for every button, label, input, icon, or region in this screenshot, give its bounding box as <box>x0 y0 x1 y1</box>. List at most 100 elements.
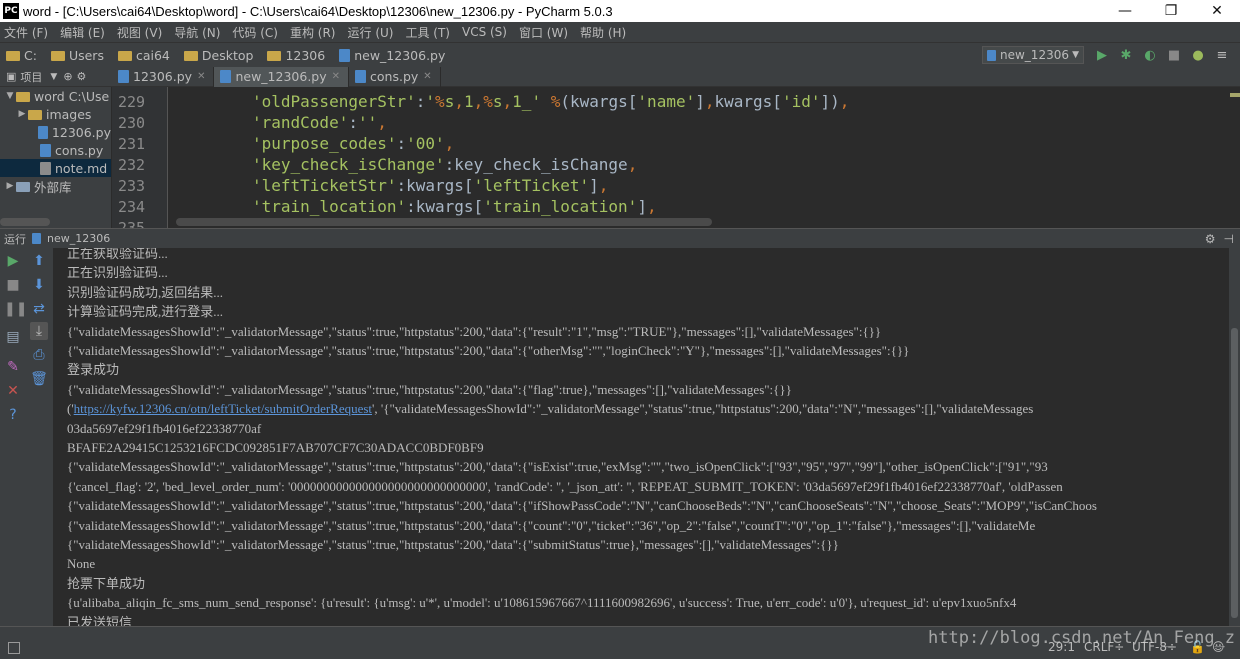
soft-wrap-icon[interactable]: ⇄ <box>30 300 48 318</box>
scroll-marker <box>1230 93 1240 97</box>
breadcrumb-label: C: <box>24 47 37 63</box>
print-icon[interactable]: ⎙ <box>30 346 48 364</box>
maximize-button[interactable]: ❐ <box>1148 0 1194 22</box>
tab-12306-py[interactable]: 12306.py ✕ <box>112 66 215 87</box>
menu-item[interactable]: 视图 (V) <box>117 24 162 41</box>
clear-all-icon[interactable]: 🗑 <box>30 370 48 388</box>
code-line[interactable]: 233 'leftTicketStr':kwargs['leftTicket'], <box>112 175 1240 196</box>
close-icon[interactable]: ✕ <box>197 71 205 82</box>
menu-item[interactable]: 重构 (R) <box>290 24 336 41</box>
menu-item[interactable]: 代码 (C) <box>232 24 278 41</box>
console-line: {"validateMessagesShowId":"_validatorMes… <box>67 343 910 358</box>
folder-icon <box>117 51 132 61</box>
pause-icon[interactable]: ❚❚ <box>4 300 27 318</box>
scroll-to-end-icon[interactable]: ⤓ <box>30 322 48 340</box>
python-file-icon <box>38 125 48 139</box>
tree-horizontal-scrollbar[interactable] <box>0 218 50 226</box>
menu-item[interactable]: 工具 (T) <box>405 24 450 41</box>
breadcrumb-item[interactable]: C: <box>6 48 37 63</box>
tree-item[interactable]: cons.py <box>0 141 111 159</box>
code-line[interactable]: 232 'key_check_isChange':key_check_isChan… <box>112 154 1240 175</box>
tab-cons-py[interactable]: cons.py ✕ <box>349 66 441 87</box>
editor-horizontal-scrollbar[interactable] <box>176 218 712 226</box>
run-tab-label[interactable]: new_12306 <box>47 232 110 245</box>
code-line[interactable]: 234 'train_location':kwargs['train_locati… <box>112 196 1240 217</box>
menu-item[interactable]: 帮助 (H) <box>580 24 626 41</box>
pycharm-logo-icon: PC <box>3 3 19 19</box>
breadcrumb-item[interactable]: 12306 <box>267 48 325 63</box>
hide-panel-icon[interactable]: ⊣ <box>1224 232 1234 246</box>
sync-icon[interactable]: ⊕ <box>63 70 72 83</box>
python-console-icon[interactable]: ● <box>1186 48 1210 63</box>
code-line[interactable]: 229 'oldPassengerStr':'%s,1,%s,1_' %(kwar… <box>112 91 1240 112</box>
project-view-selector[interactable]: ▣ 项目 ▼ ⊕ ⚙ <box>0 69 112 85</box>
breadcrumb-item[interactable]: Desktop <box>183 48 253 63</box>
code-text: 'leftTicketStr':kwargs['leftTicket'], <box>252 175 608 196</box>
console-text: (' <box>67 401 74 417</box>
string-token: 'key_check_isChange' <box>252 155 445 174</box>
console-line: {"validateMessagesShowId":"_validatorMes… <box>67 323 882 339</box>
window-title: word - [C:\Users\cai64\Desktop\word] - C… <box>23 3 613 19</box>
code-editor[interactable]: 235 234 'train_location':kwargs['train_loc… <box>112 87 1240 228</box>
console-link[interactable]: https://kyfw.12306.cn/otn/leftTicket/sub… <box>74 401 372 416</box>
stop-icon[interactable]: ■ <box>1162 48 1186 63</box>
run-panel-title: 运行 <box>4 232 26 246</box>
menu-item[interactable]: 导航 (N) <box>174 24 220 41</box>
code-line[interactable]: 230 'randCode':'', <box>112 112 1240 133</box>
debug-icon[interactable]: ✱ <box>1114 48 1138 63</box>
stop-icon[interactable]: ■ <box>4 276 22 294</box>
help-icon[interactable]: ? <box>4 406 22 424</box>
breadcrumb-item[interactable]: cai64 <box>117 48 170 63</box>
run-console-output[interactable]: 正在获取验证码... 正在识别验证码... 识别验证码成功,返回结果... 计算验证码… <box>54 248 1229 626</box>
minimize-button[interactable]: — <box>1102 0 1148 22</box>
editor-vertical-scrollbar[interactable] <box>1230 87 1240 228</box>
close-icon[interactable]: ✕ <box>4 382 22 400</box>
breadcrumb-item[interactable]: new_12306.py <box>339 48 445 63</box>
dump-threads-icon[interactable]: ▤ <box>4 328 22 346</box>
close-button[interactable]: ✕ <box>1194 0 1240 22</box>
run-configuration-select[interactable]: new_12306 ▼ <box>982 46 1084 64</box>
scroll-up-icon[interactable]: ⬆ <box>30 252 48 270</box>
tab-new-12306-py[interactable]: new_12306.py ✕ <box>214 66 350 87</box>
watermark: http://blog.csdn.net/An_Feng_z <box>928 628 1236 648</box>
tree-item[interactable]: ▶ images <box>0 105 111 123</box>
menu-item[interactable]: 编辑 (E) <box>60 24 105 41</box>
coverage-icon[interactable]: ◐ <box>1138 48 1162 63</box>
chevron-icon[interactable]: ▶ <box>16 109 28 119</box>
console-line: {"validateMessagesShowId":"_validatorMes… <box>67 517 1036 533</box>
gear-icon[interactable]: ⚙ <box>1205 232 1216 246</box>
menu-item[interactable]: 窗口 (W) <box>519 24 568 41</box>
menu-item[interactable]: 运行 (U) <box>348 24 394 41</box>
chevron-icon[interactable]: ▶ <box>4 181 16 191</box>
breadcrumb-item[interactable]: Users <box>50 48 104 63</box>
tree-item[interactable]: note.md <box>0 159 111 177</box>
scroll-down-icon[interactable]: ⬇ <box>30 276 48 294</box>
title-bar: PC word - [C:\Users\cai64\Desktop\word] … <box>0 0 1240 22</box>
python-file-icon <box>355 70 367 83</box>
console-vertical-scrollbar[interactable] <box>1229 248 1240 626</box>
close-icon[interactable]: ✕ <box>332 71 340 82</box>
project-icon: ▣ <box>6 70 17 83</box>
chevron-icon[interactable]: ▼ <box>4 91 16 101</box>
python-file-icon <box>32 233 41 244</box>
rerun-icon[interactable]: ▶ <box>4 252 22 270</box>
tree-item[interactable]: 12306.py <box>0 123 111 141</box>
run-panel-header: 运行 new_12306 ⚙ ⊣ <box>0 228 1240 248</box>
code-line[interactable]: 231 'purpose_codes':'00', <box>112 133 1240 154</box>
menu-item[interactable]: VCS (S) <box>462 25 507 39</box>
tree-item[interactable]: ▶ 外部库 <box>0 177 111 195</box>
close-icon[interactable]: ✕ <box>423 71 431 82</box>
settings-icon[interactable]: ⚙ <box>77 70 87 83</box>
breadcrumb-label: 12306 <box>285 47 326 63</box>
line-number: 234 <box>118 198 146 216</box>
pin-icon[interactable]: ✎ <box>4 358 22 376</box>
settings-list-icon[interactable]: ≡ <box>1210 48 1234 63</box>
tree-item[interactable]: ▼ word C:\Use <box>0 87 111 105</box>
menu-item[interactable]: 文件 (F) <box>4 24 48 41</box>
scrollbar-thumb[interactable] <box>1231 328 1238 618</box>
run-icon[interactable]: ▶ <box>1090 48 1114 63</box>
tool-windows-icon[interactable] <box>8 642 20 654</box>
run-panel-tools: ⚙ ⊣ <box>1197 229 1234 249</box>
console-line: 计算验证码完成,进行登录... <box>67 304 224 320</box>
run-toolbar: ▶ ⬆ ■ ⬇ ❚❚ ⇄ ▤ ⤓ ⎙ ✎ 🗑 ✕ ? <box>0 248 54 626</box>
